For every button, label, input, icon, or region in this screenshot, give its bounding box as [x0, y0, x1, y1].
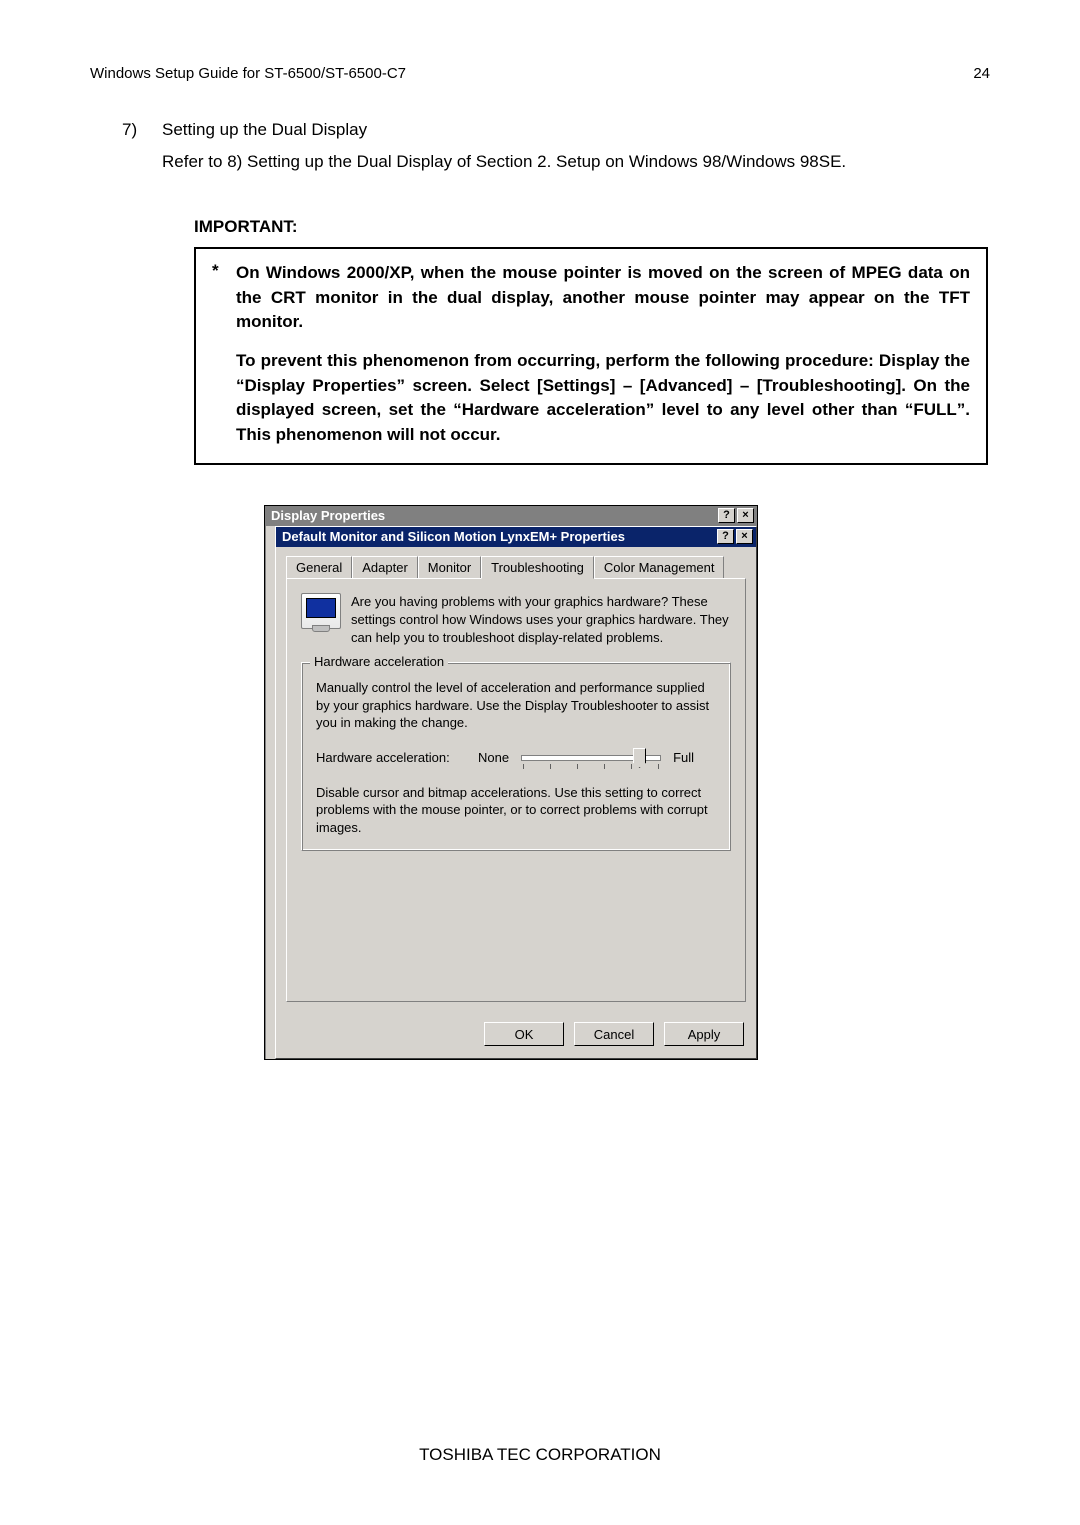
cancel-button[interactable]: Cancel [574, 1022, 654, 1046]
slider-max-label: Full [673, 750, 694, 765]
monitor-icon [301, 593, 341, 629]
advanced-properties-window: Default Monitor and Silicon Motion LynxE… [275, 526, 757, 1059]
doc-title: Windows Setup Guide for ST-6500/ST-6500-… [90, 65, 406, 82]
tab-color-management[interactable]: Color Management [594, 556, 725, 579]
footer-company: TOSHIBA TEC CORPORATION [0, 1445, 1080, 1465]
slider-help-text: Disable cursor and bitmap accelerations.… [316, 784, 716, 837]
inner-titlebar: Default Monitor and Silicon Motion LynxE… [276, 527, 756, 547]
hardware-acceleration-group: Hardware acceleration Manually control t… [301, 662, 731, 851]
tab-general[interactable]: General [286, 556, 352, 579]
screenshot-container: Display Properties ? × Default Monitor a… [264, 505, 758, 1060]
troubleshooting-panel: Are you having problems with your graphi… [286, 578, 746, 1002]
help-icon[interactable]: ? [717, 529, 734, 544]
tab-adapter[interactable]: Adapter [352, 556, 418, 579]
important-box: * On Windows 2000/XP, when the mouse poi… [194, 247, 988, 465]
page-number: 24 [973, 65, 990, 82]
tab-troubleshooting[interactable]: Troubleshooting [481, 556, 594, 579]
tab-strip: General Adapter Monitor Troubleshooting … [286, 555, 746, 578]
hardware-acceleration-slider[interactable] [521, 750, 661, 766]
important-p1: On Windows 2000/XP, when the mouse point… [236, 261, 970, 335]
step-7-refer: Refer to 8) Setting up the Dual Display … [162, 152, 990, 172]
page-header: Windows Setup Guide for ST-6500/ST-6500-… [90, 65, 990, 82]
intro-text: Are you having problems with your graphi… [351, 593, 731, 646]
step-number: 7) [122, 120, 162, 140]
step-title: Setting up the Dual Display [162, 120, 367, 139]
apply-button[interactable]: Apply [664, 1022, 744, 1046]
tab-monitor[interactable]: Monitor [418, 556, 481, 579]
close-icon[interactable]: × [736, 529, 753, 544]
display-properties-window: Display Properties ? × Default Monitor a… [264, 505, 758, 1060]
step-7-heading: 7)Setting up the Dual Display [122, 120, 990, 140]
important-heading: IMPORTANT: [194, 217, 990, 237]
outer-titlebar: Display Properties ? × [265, 506, 757, 526]
important-p2: To prevent this phenomenon from occurrin… [236, 349, 970, 448]
outer-window-title: Display Properties [271, 508, 385, 523]
dialog-buttons: OK Cancel Apply [276, 1012, 756, 1058]
close-icon[interactable]: × [737, 508, 754, 523]
ok-button[interactable]: OK [484, 1022, 564, 1046]
bullet-star: * [212, 261, 236, 447]
slider-label: Hardware acceleration: [316, 750, 466, 765]
group-legend: Hardware acceleration [310, 654, 448, 669]
inner-window-title: Default Monitor and Silicon Motion LynxE… [282, 529, 625, 544]
slider-min-label: None [478, 750, 509, 765]
help-icon[interactable]: ? [718, 508, 735, 523]
acceleration-description: Manually control the level of accelerati… [316, 679, 716, 732]
